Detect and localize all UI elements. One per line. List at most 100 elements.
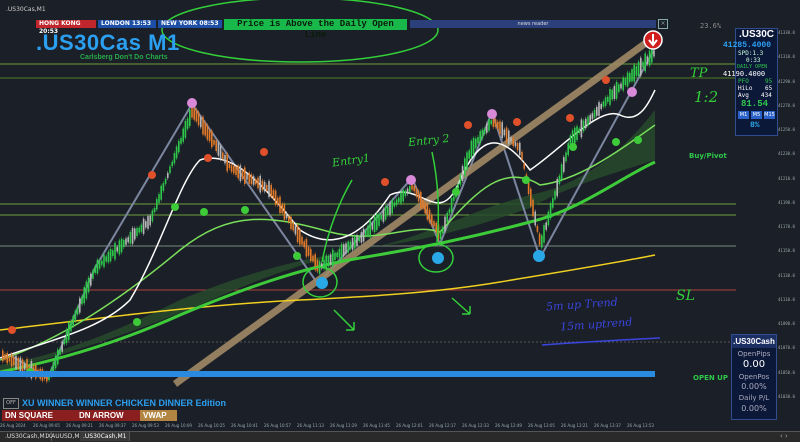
news-close-icon[interactable]: × xyxy=(658,19,668,29)
edition-label: XU WINNER WINNER CHICKEN DINNER Edition xyxy=(22,398,226,408)
candle-body xyxy=(488,119,490,131)
candle-body xyxy=(288,216,290,223)
swing-high-dot xyxy=(204,154,212,162)
tab-scroll-arrows[interactable]: ‹ › xyxy=(780,432,788,440)
candle-body xyxy=(378,213,380,226)
candle-body xyxy=(631,69,633,82)
candle-body xyxy=(406,188,409,194)
panel-daily-open: 41190.4000 xyxy=(723,70,766,78)
candle-body xyxy=(195,109,198,122)
vwap-button[interactable]: VWAP xyxy=(140,410,177,421)
dn-square-button[interactable]: DN SQUARE xyxy=(2,410,76,421)
candle-body xyxy=(505,127,508,143)
tp-annotation: TP xyxy=(690,66,708,81)
swing-low-dot xyxy=(569,143,577,151)
candle-body xyxy=(202,116,204,135)
candle-body xyxy=(281,203,283,214)
time-tick-label: 26 Aug 12:49 xyxy=(495,423,522,428)
open-pos-label: OpenPos xyxy=(738,373,770,381)
swing-high-dot xyxy=(381,178,389,186)
tab-us30cash-m1-active[interactable]: .US30Cash,M1 xyxy=(80,432,131,441)
candle-body xyxy=(600,104,602,110)
candle-body xyxy=(446,212,448,223)
buy-pivot-label: Buy/Pivot xyxy=(689,152,727,160)
candle-body xyxy=(510,137,512,142)
candle-body xyxy=(580,119,583,138)
cash-panel-title: .US30Cash xyxy=(732,335,776,348)
candle-body xyxy=(127,237,129,243)
candle-body xyxy=(382,209,385,222)
time-tick-label: 26 Aug 12:33 xyxy=(462,423,489,428)
price-tick-label: 41250.0 xyxy=(778,127,795,132)
candle-body xyxy=(98,260,101,269)
candle-body xyxy=(147,216,149,229)
candle-body xyxy=(468,150,470,159)
candle-body xyxy=(417,191,420,202)
candle-body xyxy=(79,298,81,313)
price-chart[interactable] xyxy=(0,0,800,441)
candle-body xyxy=(129,232,132,244)
candle-body xyxy=(169,166,171,174)
candle-body xyxy=(8,356,11,362)
news-reader-bar[interactable]: news reader xyxy=(410,20,656,28)
candle-body xyxy=(59,348,61,355)
price-tick-label: 41230.0 xyxy=(778,151,795,157)
panel-spread: SPD:1.3 xyxy=(738,50,764,57)
candle-body xyxy=(68,322,70,340)
time-tick-label: 26 Aug 11:45 xyxy=(363,423,390,428)
candle-body xyxy=(233,166,235,174)
panel-hilo: 65 xyxy=(765,85,773,92)
candle-body xyxy=(404,190,407,197)
candle-body xyxy=(285,213,288,219)
time-tick-label: 26 Aug 2024 xyxy=(0,423,26,428)
candle-body xyxy=(296,225,299,242)
candle-body xyxy=(246,174,248,180)
tf-button-m5[interactable]: M5 xyxy=(751,111,762,119)
candle-body xyxy=(153,207,156,213)
candle-body xyxy=(398,197,400,203)
panel-percent: 8% xyxy=(750,121,760,130)
candle-body xyxy=(112,250,114,257)
candle-body xyxy=(105,256,107,262)
off-toggle[interactable]: OFF xyxy=(3,398,19,409)
trend-underline xyxy=(541,337,661,346)
candle-body xyxy=(356,235,358,247)
panel-pfo: 95 xyxy=(765,78,773,85)
candle-body xyxy=(279,196,281,214)
candle-body xyxy=(2,350,4,362)
candle-body xyxy=(301,236,303,245)
session-hong-kong: HONG KONG 20:53 xyxy=(36,20,96,35)
candle-body xyxy=(237,165,239,179)
candle-body xyxy=(156,199,158,210)
candle-body xyxy=(134,228,136,240)
candle-body xyxy=(259,175,261,193)
swing-high-dot xyxy=(566,114,574,122)
candle-body xyxy=(391,199,393,214)
swing-high-dot xyxy=(260,148,268,156)
candle-body xyxy=(186,118,189,129)
tf-button-m15[interactable]: M15 xyxy=(764,111,775,119)
candle-body xyxy=(431,214,433,226)
swing-high-dot xyxy=(513,118,521,126)
candle-body xyxy=(167,172,169,179)
candle-body xyxy=(294,225,297,235)
candle-body xyxy=(477,136,479,144)
candle-body xyxy=(536,225,539,232)
candle-body xyxy=(549,203,552,219)
candle-body xyxy=(222,152,224,160)
candle-body xyxy=(248,172,250,184)
candle-body xyxy=(215,140,217,151)
candle-body xyxy=(585,118,587,129)
candle-body xyxy=(338,248,341,258)
candle-body xyxy=(123,239,125,248)
candle-body xyxy=(598,102,600,116)
tf-button-m1[interactable]: M1 xyxy=(738,111,749,119)
candle-body xyxy=(554,191,556,200)
candle-body xyxy=(208,130,211,142)
dn-arrow-button[interactable]: DN ARROW xyxy=(76,410,140,421)
entry-dot xyxy=(316,277,328,289)
candle-body xyxy=(558,175,561,185)
fib-level-label: 23.6% xyxy=(700,22,722,30)
candle-body xyxy=(574,127,576,144)
account-cash-panel: .US30Cash OpenPips 0.00 OpenPos 0.00% Da… xyxy=(731,334,777,420)
